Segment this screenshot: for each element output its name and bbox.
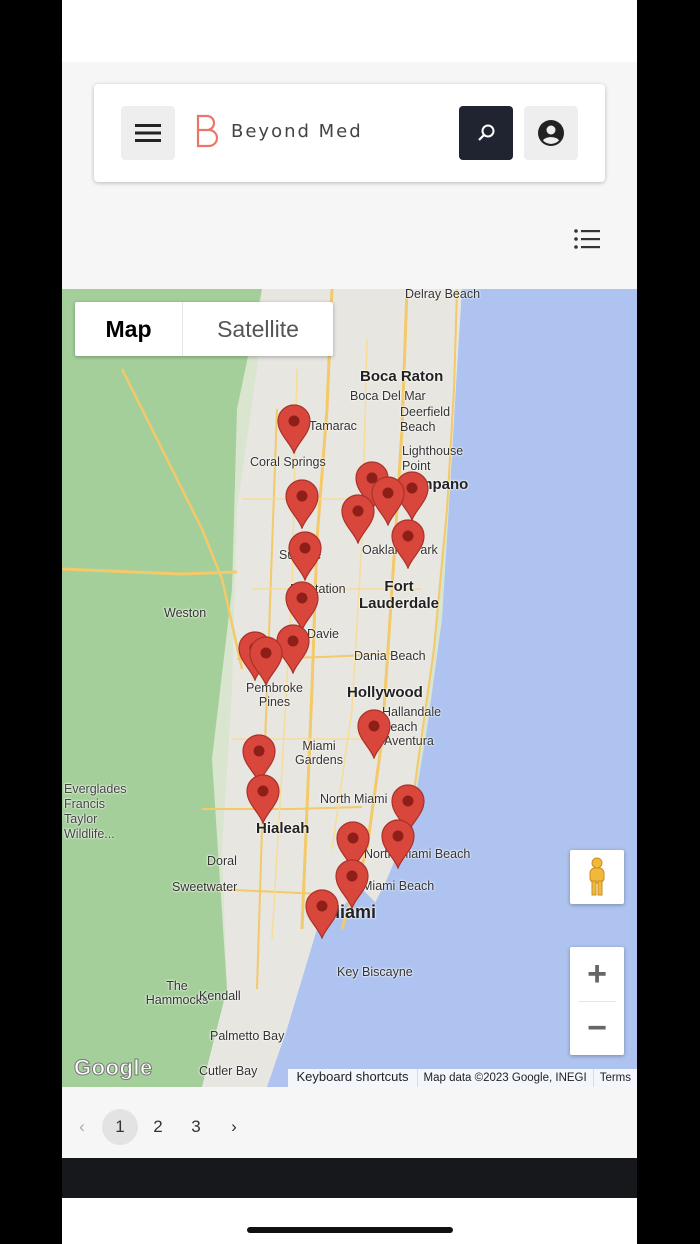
pagination: ‹ 1 2 3 › (62, 1108, 637, 1146)
account-button[interactable] (524, 106, 578, 160)
app-screen: Beyond Med Delray Beach Boca Raton Boca … (62, 0, 637, 1244)
zoom-control: + − (570, 947, 624, 1055)
next-page-button[interactable]: › (216, 1109, 252, 1145)
hamburger-icon (135, 124, 161, 142)
zoom-in-button[interactable]: + (570, 947, 624, 1001)
map-label: Lighthouse Point (402, 444, 464, 473)
street-view-pegman[interactable] (570, 850, 624, 904)
account-circle-icon (538, 120, 564, 146)
status-bar (62, 0, 637, 62)
map-label: Weston (164, 606, 207, 620)
footer-bar (62, 1158, 637, 1198)
map-marker-icon[interactable] (284, 479, 320, 529)
map-label: Miami Beach (362, 879, 435, 893)
map-data-text: Map data ©2023 Google, INEGI (416, 1069, 593, 1087)
home-indicator (247, 1227, 453, 1233)
map-marker-icon[interactable] (276, 404, 312, 454)
map-marker-icon[interactable] (304, 889, 340, 939)
map-marker-icon[interactable] (390, 519, 426, 569)
map-marker-icon[interactable] (356, 709, 392, 759)
map-label: Dania Beach (354, 649, 426, 663)
brand-name: Beyond Med (231, 120, 363, 142)
map-marker-icon[interactable] (340, 494, 376, 544)
list-view-toggle[interactable] (572, 224, 602, 254)
map-label: Sweetwater (172, 880, 238, 894)
page-2-button[interactable]: 2 (140, 1109, 176, 1145)
logo-mark-icon (196, 114, 218, 148)
map-label: Boca Raton (360, 368, 444, 385)
map-marker-icon[interactable] (287, 531, 323, 581)
map-marker-icon[interactable] (248, 636, 284, 686)
map-label: North Miami (320, 792, 388, 806)
map-label: Key Biscayne (337, 965, 413, 979)
search-button[interactable] (459, 106, 513, 160)
map-label: Everglades Francis Taylor Wildlife... (64, 782, 127, 841)
page-1-button[interactable]: 1 (102, 1109, 138, 1145)
map-marker-icon[interactable] (380, 819, 416, 869)
map-type-control: Map Satellite (75, 302, 333, 356)
menu-button[interactable] (121, 106, 175, 160)
terms-link[interactable]: Terms (592, 1069, 637, 1087)
map-attribution: Keyboard shortcuts Map data ©2023 Google… (288, 1069, 637, 1087)
map-label: Deerfield Beach (400, 405, 451, 434)
zoom-out-button[interactable]: − (570, 1001, 624, 1055)
map-label: Palmetto Bay (210, 1029, 285, 1043)
zoom-divider (578, 1001, 616, 1002)
map-label: Fort Lauderdale (358, 578, 440, 612)
page-3-button[interactable]: 3 (178, 1109, 214, 1145)
map-type-satellite-button[interactable]: Satellite (183, 302, 333, 356)
map-label: Hallandale Beach (382, 705, 442, 734)
pegman-icon (589, 857, 605, 896)
map-label: Miami Gardens (295, 739, 343, 767)
keyboard-shortcuts-link[interactable]: Keyboard shortcuts (288, 1069, 416, 1087)
map-label: Coral Springs (250, 455, 326, 469)
map-type-map-button[interactable]: Map (75, 302, 183, 356)
map-label: Tamarac (309, 419, 357, 433)
map-label: Kendall (199, 989, 241, 1003)
map-view[interactable]: Delray Beach Boca Raton Boca Del Mar Dee… (62, 289, 637, 1087)
home-indicator-area (62, 1198, 637, 1244)
list-view-icon (574, 229, 600, 249)
google-logo[interactable]: Google (74, 1055, 153, 1081)
map-label: Cutler Bay (199, 1064, 258, 1078)
map-label: Hollywood (347, 684, 423, 701)
map-label: Doral (207, 854, 237, 868)
map-label: Boca Del Mar (350, 389, 426, 403)
brand-logo[interactable]: Beyond Med (194, 114, 363, 148)
site-header: Beyond Med (94, 84, 605, 182)
search-icon (478, 124, 495, 141)
map-marker-icon[interactable] (245, 774, 281, 824)
map-label: Delray Beach (405, 289, 481, 301)
prev-page-button[interactable]: ‹ (64, 1109, 100, 1145)
